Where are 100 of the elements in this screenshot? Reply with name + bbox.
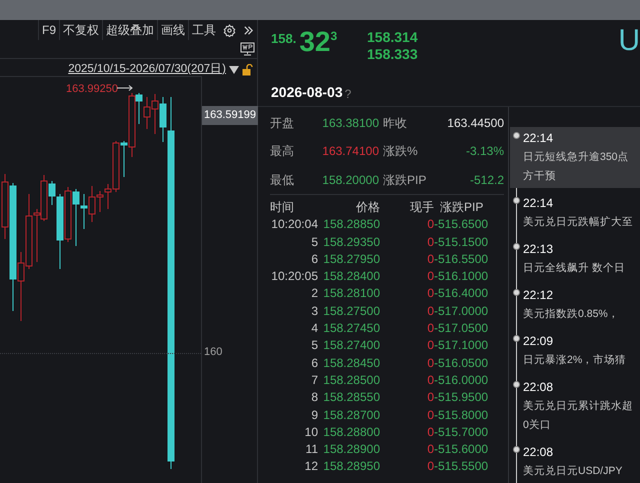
news-item[interactable]: 22:09 日元暴涨2%，市场猜 [510, 330, 640, 372]
change-cell-text: -516.0000 [434, 372, 490, 389]
column-header: 时间 [270, 199, 295, 216]
news-headline: 日元暴涨2%，市场猜 [523, 353, 626, 368]
time-cell-text: 6 [310, 250, 318, 268]
price-cell-text: 158.27950 [322, 250, 380, 268]
volume-cell-text: 0 [426, 441, 434, 458]
price-cell-text: 158.28950 [322, 458, 380, 476]
news-time: 22:12 [523, 287, 554, 304]
time-cell-text: 12 [304, 458, 318, 476]
high-price-label: 163.99250 [66, 82, 118, 97]
time-cell: 10:20:05 [270, 268, 318, 286]
double-chevron-icon[interactable] [243, 24, 254, 36]
volume-cell-text: 0 [426, 424, 434, 441]
news-headline: 0关口 [523, 418, 552, 433]
change-cell-text: -516.1000 [434, 268, 490, 286]
change-cell-text: -517.0500 [434, 320, 490, 338]
news-headline: 美元兑日元跌幅扩大至 [523, 215, 633, 230]
change-cell-text: -515.6500 [434, 216, 490, 234]
change-cell-text: -516.4000 [434, 285, 490, 302]
time-cell-text: 5 [310, 234, 318, 251]
volume-cell-text: 0 [426, 250, 434, 268]
change-cell-text: -515.8000 [434, 406, 490, 424]
time-cell-text: 6 [310, 354, 318, 372]
stat-label: 昨收 [382, 115, 408, 132]
volume-cell-text: 0 [426, 406, 434, 424]
volume-cell-text: 0 [426, 354, 434, 372]
monitor-icon[interactable] [240, 42, 255, 56]
news-headline: 美元指数跌0.85%， [523, 307, 619, 322]
price-cell-text: 158.27450 [322, 320, 380, 338]
price-cell-text: 158.27500 [322, 302, 380, 320]
volume-cell-text: 0 [426, 389, 434, 406]
change-cell-text: -515.1500 [434, 234, 490, 251]
unlocked-padlock-icon[interactable] [242, 64, 253, 76]
news-time: 22:14 [523, 195, 554, 212]
column-header: 涨跌PIP [439, 199, 484, 216]
time-cell-text: 2 [310, 285, 318, 302]
volume-cell-text: 0 [426, 216, 434, 234]
date-heading: 2026-08-03 [271, 83, 343, 102]
news-item[interactable]: 22:12 美元指数跌0.85%， [510, 284, 640, 326]
time-cell-text: 3 [310, 302, 318, 320]
time-cell-text: 9 [310, 406, 318, 424]
change-cell-text: -517.0000 [434, 302, 490, 320]
bid-price: 158.314 [367, 29, 418, 46]
news-headline: 美元兑日元USD/JPY [523, 464, 622, 479]
price-cell-text: 158.28100 [322, 285, 380, 302]
toolbar-button[interactable]: 超级叠加 [102, 20, 157, 40]
news-time: 22:08 [523, 444, 554, 461]
news-item[interactable]: 22:14 日元短线急升逾350点 方干预 [510, 127, 640, 188]
stat-label: 涨跌% [382, 143, 419, 160]
toolbar-button[interactable]: 画线 [157, 20, 188, 40]
dropdown-triangle-icon[interactable] [229, 66, 239, 74]
symbol-title: U [618, 24, 640, 58]
price-cell-text: 158.28550 [322, 389, 380, 406]
stat-label: 最高 [270, 143, 295, 160]
stat-label: 最低 [270, 172, 295, 189]
stat-value: 163.38100 [321, 115, 379, 132]
news-time: 22:08 [523, 379, 554, 396]
news-time: 22:13 [523, 241, 554, 258]
news-item[interactable]: 22:13 日元全线飙升 数个日 [510, 238, 640, 280]
toolbar-button[interactable]: 工具 [188, 20, 219, 40]
time-cell-text: 10:20:04 [270, 216, 318, 234]
column-header: 现手 [409, 199, 434, 216]
toolbar-button[interactable]: F9 [38, 20, 59, 40]
toolbar-button[interactable]: 不复权 [59, 20, 102, 40]
price-cell-text: 158.29350 [322, 234, 380, 251]
date-range-link[interactable]: 2025/10/15-2026/07/30(207日) [68, 60, 226, 78]
price-cell-text: 158.28400 [322, 268, 380, 286]
news-item[interactable]: 22:14 美元兑日元跌幅扩大至 [510, 192, 640, 234]
change-cell-text: -515.7000 [434, 424, 490, 441]
stat-value: -3.13% [464, 143, 504, 160]
price-cell-text: 158.28850 [322, 216, 380, 234]
news-time: 22:09 [523, 333, 554, 350]
change-cell-text: -515.5500 [434, 458, 490, 476]
news-item[interactable]: 22:08 美元兑日元USD/JPY [510, 441, 640, 483]
help-icon[interactable]: ? [344, 85, 352, 103]
volume-cell-text: 0 [426, 320, 434, 338]
stat-label: 开盘 [270, 115, 295, 132]
news-time: 22:14 [523, 130, 554, 147]
time-cell-text: 8 [310, 389, 318, 406]
stat-value: 163.44500 [446, 115, 504, 132]
change-cell-text: -516.5500 [434, 250, 490, 268]
column-header: 价格 [355, 199, 380, 216]
ask-price: 158.333 [367, 46, 418, 63]
news-headline: 美元兑日元累计跳水超 [523, 399, 633, 414]
volume-cell-text: 0 [426, 285, 434, 302]
volume-cell-text: 0 [426, 458, 434, 476]
volume-cell-text: 0 [426, 302, 434, 320]
time-cell-text: 5 [310, 337, 318, 354]
settings-icon[interactable] [223, 24, 236, 36]
price-cell-text: 158.28900 [322, 441, 380, 458]
volume-cell-text: 0 [426, 337, 434, 354]
price-cell-text: 158.28450 [322, 354, 380, 372]
change-cell-text: -515.9500 [434, 389, 490, 406]
current-price-tag: 163.59199 [202, 106, 258, 124]
news-headline: 方干预 [523, 169, 557, 184]
price-cell-text: 158.28500 [322, 372, 380, 389]
stat-value: 158.20000 [321, 172, 379, 189]
volume-cell-text: 0 [426, 372, 434, 389]
news-item[interactable]: 22:08 美元兑日元累计跳水超 0关口 [510, 376, 640, 437]
